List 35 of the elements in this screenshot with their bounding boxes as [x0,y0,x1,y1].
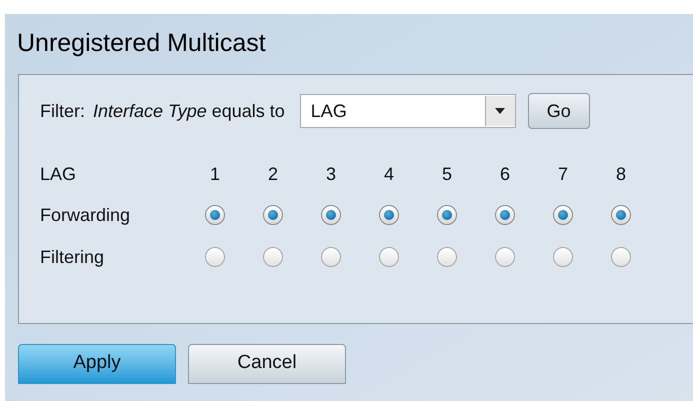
radio-button[interactable] [263,205,283,225]
radio-button[interactable] [495,247,515,267]
radio-button[interactable] [611,205,631,225]
row-label: Forwarding [40,204,132,227]
go-button[interactable]: Go [528,93,590,129]
radio-button[interactable] [611,247,631,267]
radio-button[interactable] [321,247,341,267]
port-number: 7 [558,162,568,186]
radio-button[interactable] [437,247,457,267]
radio-button[interactable] [379,247,399,267]
port-number: 6 [500,162,510,186]
port-number: 1 [210,162,220,186]
port-number: 2 [268,162,278,186]
radio-button[interactable] [263,247,283,267]
apply-button[interactable]: Apply [18,344,176,384]
cancel-button[interactable]: Cancel [188,344,346,384]
filter-label: Filter: [40,100,85,122]
port-number: 5 [442,162,452,186]
row-label: Filtering [40,246,106,269]
radio-button[interactable] [205,247,225,267]
port-number: 4 [384,162,394,186]
radio-button[interactable] [437,205,457,225]
port-number: 3 [326,162,336,186]
radio-button[interactable] [321,205,341,225]
filter-field-name: Interface Type [93,100,207,123]
radio-button[interactable] [205,205,225,225]
column-header: LAG [40,162,78,186]
radio-button[interactable] [495,205,515,225]
interface-type-select[interactable]: LAG [300,94,516,128]
port-number: 8 [616,162,626,186]
radio-button[interactable] [379,205,399,225]
radio-button[interactable] [553,205,573,225]
radio-button[interactable] [553,247,573,267]
filter-operator: equals to [212,100,285,123]
page-title: Unregistered Multicast [17,28,267,58]
